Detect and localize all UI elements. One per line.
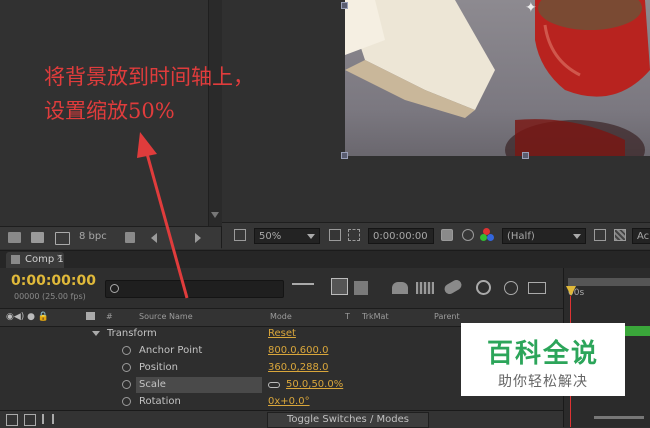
transform-label: Transform <box>107 328 157 339</box>
active-camera-label: Ac <box>637 231 650 242</box>
col-parent[interactable]: Parent <box>434 312 460 321</box>
color-channels-icon[interactable] <box>480 228 494 242</box>
stopwatch-icon[interactable] <box>122 346 131 355</box>
frame-blending-icon[interactable] <box>416 282 434 294</box>
stopwatch-icon[interactable] <box>122 380 131 389</box>
chevron-down-icon <box>307 234 315 239</box>
zoom-select[interactable]: 50% <box>254 228 320 244</box>
layer-handle-bottom-mid[interactable] <box>522 152 529 159</box>
composition-image[interactable]: ✦ <box>345 0 650 156</box>
live-update-icon[interactable] <box>331 278 348 295</box>
search-icon <box>110 284 119 293</box>
timeline-tab-bar <box>0 250 650 269</box>
current-time-display[interactable]: 0:00:00:00 <box>11 273 96 289</box>
property-value[interactable]: 800.0,600.0 <box>268 345 328 356</box>
viewer-toolbar: 50% 0:00:00:00 (Half) Ac <box>222 222 650 249</box>
transparency-grid-icon[interactable] <box>614 229 626 241</box>
auto-keyframe-icon[interactable] <box>504 281 518 295</box>
grid-icon[interactable] <box>329 229 341 241</box>
new-folder-icon[interactable] <box>31 232 44 243</box>
close-icon[interactable]: × <box>56 253 64 263</box>
annotation-line-2: 设置缩放50% <box>44 99 175 123</box>
fast-previews-icon[interactable] <box>594 229 606 241</box>
watermark-logo: 百科全说 助你轻松解决 <box>461 323 625 396</box>
reset-link[interactable]: Reset <box>268 328 296 339</box>
expand-effects-icon[interactable] <box>24 414 36 426</box>
watermark-title: 百科全说 <box>486 339 599 369</box>
comp-buttons-icon[interactable] <box>6 414 18 426</box>
constrain-proportions-icon[interactable] <box>268 382 280 388</box>
bit-depth-label[interactable]: 8 bpc <box>79 231 107 242</box>
interpret-footage-icon[interactable] <box>8 232 21 243</box>
col-source-name[interactable]: Source Name <box>139 312 193 321</box>
property-name: Position <box>139 362 178 373</box>
property-name: Rotation <box>139 396 181 407</box>
col-mode[interactable]: Mode <box>270 312 292 321</box>
draft-3d-icon[interactable] <box>354 281 368 295</box>
always-preview-icon[interactable] <box>234 229 246 241</box>
timeline-footer: Toggle Switches / Modes <box>0 410 563 428</box>
zoom-value: 50% <box>259 231 282 242</box>
watermark-subtitle: 助你轻松解决 <box>498 374 588 390</box>
frame-info: 00000 (25.00 fps) <box>14 292 86 301</box>
new-composition-icon[interactable] <box>55 232 70 245</box>
av-features-icons[interactable]: ◉◀) ● 🔒 <box>6 312 49 322</box>
layer-handle-bottom-left[interactable] <box>341 152 348 159</box>
annotation-arrow-icon <box>137 132 189 299</box>
stopwatch-icon[interactable] <box>122 397 131 406</box>
hide-shy-layers-icon[interactable] <box>392 282 408 294</box>
label-icon[interactable] <box>86 312 95 320</box>
expand-transfer-icon[interactable] <box>42 414 54 424</box>
comp-mini-flowchart-icon[interactable] <box>292 283 314 295</box>
comp-icon <box>11 255 20 264</box>
scroll-down-arrow-icon[interactable] <box>211 212 219 218</box>
zoom-slider[interactable] <box>594 416 644 419</box>
timeline-toolbar <box>292 278 557 300</box>
book-and-cup-image: ✦ <box>345 0 650 156</box>
property-value[interactable]: 360.0,288.0 <box>268 362 328 373</box>
col-t[interactable]: T <box>345 312 350 321</box>
brainstorm-icon[interactable] <box>476 280 491 295</box>
property-name: Anchor Point <box>139 345 203 356</box>
active-camera-select[interactable]: Ac <box>632 228 650 244</box>
layer-handle-top-left[interactable] <box>341 2 348 9</box>
viewer-timecode[interactable]: 0:00:00:00 <box>368 228 434 244</box>
toggle-switches-modes-button[interactable]: Toggle Switches / Modes <box>267 412 429 428</box>
layer-number-header: # <box>106 312 113 321</box>
tab-comp-1[interactable]: Comp 1 × <box>6 252 64 268</box>
resolution-select[interactable]: (Half) <box>502 228 586 244</box>
snapshot-icon[interactable] <box>441 229 453 241</box>
stopwatch-icon[interactable] <box>122 363 131 372</box>
chevron-down-icon <box>573 234 581 239</box>
chevron-down-icon[interactable] <box>92 331 100 336</box>
annotation-text: 将背景放到时间轴上， 设置缩放50% <box>44 60 254 128</box>
motion-blur-icon[interactable] <box>442 278 464 296</box>
region-of-interest-icon[interactable] <box>348 229 360 241</box>
show-snapshot-icon[interactable] <box>462 229 474 241</box>
property-value[interactable]: 0x+0.0° <box>268 396 310 407</box>
resolution-value: (Half) <box>507 231 535 242</box>
work-area-bar[interactable] <box>568 278 650 286</box>
col-trkmat[interactable]: TrkMat <box>362 312 389 321</box>
svg-text:✦: ✦ <box>525 0 537 16</box>
property-row-rotation[interactable]: Rotation 0x+0.0° <box>0 394 563 411</box>
playhead-icon[interactable] <box>566 286 576 296</box>
annotation-line-1: 将背景放到时间轴上， <box>44 65 254 89</box>
property-value[interactable]: 50.0,50.0% <box>286 379 343 390</box>
graph-editor-icon[interactable] <box>528 282 546 294</box>
property-name: Scale <box>139 379 166 390</box>
